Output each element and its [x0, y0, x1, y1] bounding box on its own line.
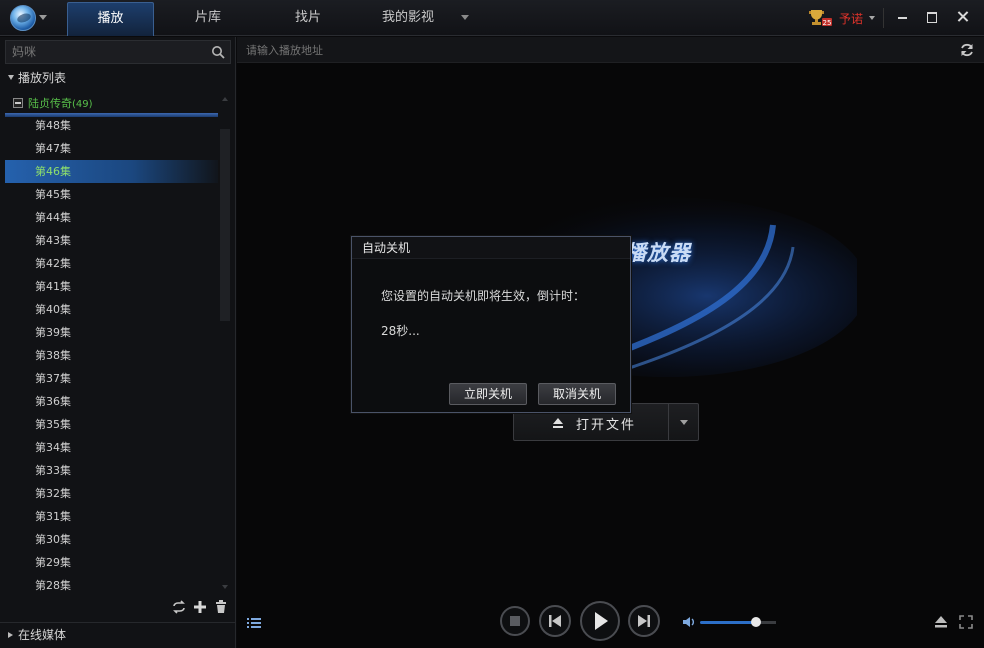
- countdown-text: 28秒...: [381, 324, 420, 338]
- title-bar: 播放 片库 找片 我的影视 25 予诺: [0, 0, 984, 36]
- eject-icon: [553, 418, 563, 428]
- fullscreen-icon[interactable]: [958, 614, 974, 630]
- tab-find[interactable]: 找片: [272, 2, 344, 36]
- open-file-menu-caret-icon[interactable]: [680, 420, 688, 425]
- episode-item[interactable]: 第47集: [5, 137, 218, 160]
- episode-item[interactable]: 第29集: [5, 551, 218, 574]
- episode-list: 第48集 第47集 第46集 第45集 第44集 第43集 第42集 第41集 第40集 第39集…: [5, 114, 218, 597]
- play-icon: [595, 612, 608, 630]
- episode-item[interactable]: 第37集: [5, 367, 218, 390]
- address-input[interactable]: [241, 39, 941, 61]
- tab-play[interactable]: 播放: [67, 2, 154, 36]
- search-box: [5, 40, 231, 64]
- playlist-scrollbar[interactable]: [219, 95, 231, 595]
- episode-item[interactable]: 第31集: [5, 505, 218, 528]
- user-menu-caret-icon[interactable]: [869, 16, 875, 20]
- previous-button[interactable]: [539, 605, 571, 637]
- more-tabs-caret-icon[interactable]: [461, 15, 469, 20]
- svg-text:25: 25: [823, 19, 832, 27]
- scroll-up-icon[interactable]: [222, 97, 228, 101]
- username[interactable]: 予诺: [839, 10, 863, 27]
- volume-slider-fill[interactable]: [700, 621, 756, 624]
- trophy-icon[interactable]: 25: [808, 9, 832, 27]
- minimize-button[interactable]: [892, 6, 914, 28]
- open-file-divider: [668, 404, 669, 440]
- online-media-header[interactable]: 在线媒体: [8, 626, 66, 643]
- group-count: (49): [72, 99, 93, 110]
- collapsed-triangle-icon: [8, 632, 13, 638]
- stop-icon: [510, 616, 520, 626]
- play-button[interactable]: [580, 601, 620, 641]
- collapse-icon[interactable]: [13, 98, 23, 108]
- next-icon: [638, 615, 650, 627]
- episode-item[interactable]: 第45集: [5, 183, 218, 206]
- app-menu-caret-icon[interactable]: [39, 15, 47, 20]
- sidebar-divider: [0, 622, 235, 623]
- shutdown-now-button[interactable]: 立即关机: [449, 383, 527, 405]
- group-name: 陆贞传奇: [28, 97, 72, 110]
- playlist-header-label: 播放列表: [18, 71, 67, 85]
- episode-item[interactable]: 第44集: [5, 206, 218, 229]
- dialog-title: 自动关机: [352, 237, 630, 259]
- episode-item[interactable]: 第43集: [5, 229, 218, 252]
- episode-item[interactable]: 第39集: [5, 321, 218, 344]
- playlist-group[interactable]: 陆贞传奇(49): [13, 95, 93, 111]
- loop-mode-icon[interactable]: [171, 599, 187, 615]
- volume-icon[interactable]: [681, 614, 697, 630]
- titlebar-divider: [883, 8, 884, 28]
- episode-item[interactable]: 第35集: [5, 413, 218, 436]
- eject-media-icon[interactable]: [933, 614, 949, 630]
- episode-item[interactable]: 第42集: [5, 252, 218, 275]
- online-media-label: 在线媒体: [18, 628, 67, 642]
- cancel-shutdown-button[interactable]: 取消关机: [538, 383, 616, 405]
- episode-item[interactable]: 第46集: [5, 160, 218, 183]
- tab-my-videos[interactable]: 我的影视: [372, 2, 444, 36]
- episode-item[interactable]: 第36集: [5, 390, 218, 413]
- delete-icon[interactable]: [213, 599, 229, 615]
- search-input[interactable]: [6, 41, 206, 63]
- scroll-thumb[interactable]: [220, 129, 230, 321]
- episode-item[interactable]: 第48集: [5, 114, 218, 137]
- expand-triangle-icon: [8, 75, 14, 80]
- playlist-header[interactable]: 播放列表: [8, 69, 66, 86]
- scroll-down-icon[interactable]: [222, 585, 228, 589]
- refresh-icon[interactable]: [959, 42, 975, 58]
- open-file-label: 打开文件: [576, 418, 637, 433]
- maximize-button[interactable]: [921, 6, 943, 28]
- episode-item[interactable]: 第28集: [5, 574, 218, 597]
- tab-library[interactable]: 片库: [172, 2, 244, 36]
- volume-slider-knob[interactable]: [751, 617, 761, 627]
- episode-item[interactable]: 第30集: [5, 528, 218, 551]
- dialog-message: 您设置的自动关机即将生效，倒计时：: [381, 289, 586, 303]
- app-logo-icon[interactable]: [10, 5, 36, 31]
- previous-icon: [549, 615, 561, 627]
- playlist-sidebar: 播放列表 陆贞传奇(49) 第48集第47集第46集第45集第44集第43集第4…: [0, 37, 236, 648]
- episode-item[interactable]: 第40集: [5, 298, 218, 321]
- episode-item[interactable]: 第34集: [5, 436, 218, 459]
- search-icon[interactable]: [211, 45, 225, 59]
- episode-item[interactable]: 第33集: [5, 459, 218, 482]
- add-icon[interactable]: [192, 599, 208, 615]
- auto-shutdown-dialog: 自动关机 您设置的自动关机即将生效，倒计时： 28秒... 立即关机 取消关机: [351, 236, 631, 413]
- next-button[interactable]: [628, 605, 660, 637]
- episode-item[interactable]: 第38集: [5, 344, 218, 367]
- playlist-toggle-icon[interactable]: [246, 615, 262, 631]
- stop-button[interactable]: [500, 606, 530, 636]
- address-bar: [237, 37, 984, 63]
- episode-item[interactable]: 第32集: [5, 482, 218, 505]
- episode-item[interactable]: 第41集: [5, 275, 218, 298]
- close-button[interactable]: [952, 6, 974, 28]
